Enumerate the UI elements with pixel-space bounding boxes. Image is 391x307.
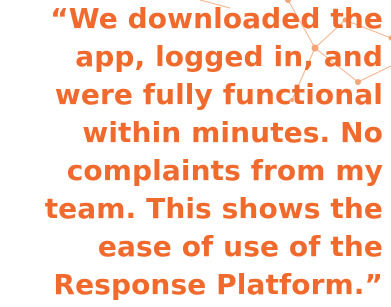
- quote-line: Response Platform.”: [53, 268, 383, 301]
- quote-line: app, logged in, and: [75, 40, 383, 73]
- quote-line: team. This shows the: [44, 192, 383, 225]
- quote-line: “We downloaded the: [50, 2, 383, 35]
- quote-line: ease of use of the: [97, 230, 383, 263]
- quote-line: complaints from my: [66, 154, 383, 187]
- quote-line: were fully functional: [54, 78, 383, 111]
- testimonial-quote: “We downloaded the app, logged in, and w…: [3, 0, 383, 304]
- testimonial-quote-card: “We downloaded the app, logged in, and w…: [0, 0, 391, 307]
- quote-line: within minutes. No: [82, 116, 383, 149]
